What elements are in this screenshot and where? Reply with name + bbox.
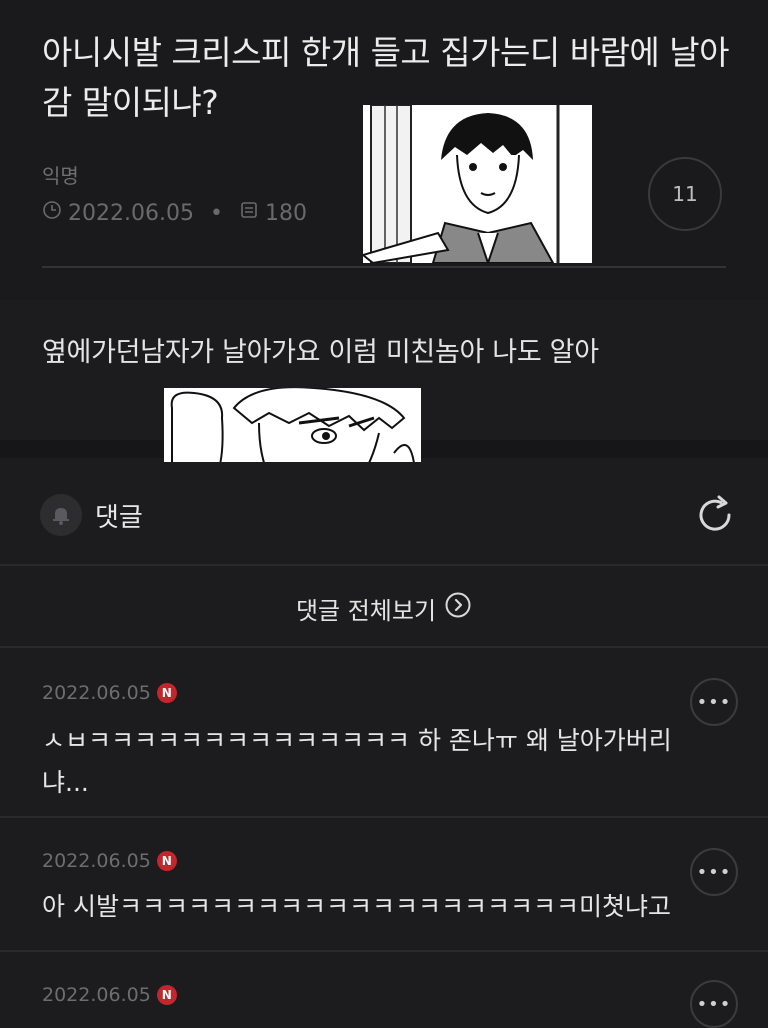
more-icon[interactable]: ••• [690, 678, 738, 726]
comment-count-button[interactable]: 11 [648, 157, 722, 231]
comment-item: 2022.06.05 N ㅅㅂㅋㅋㅋㅋㅋㅋㅋㅋㅋㅋㅋㅋㅋㅋ 하 존나ㅠ 왜 날아… [0, 648, 768, 816]
comment-section-label: 댓글 [95, 503, 143, 533]
new-badge: N [156, 683, 177, 703]
chevron-right-circle-icon [444, 591, 472, 625]
views-icon [239, 200, 259, 226]
post-author: 익명 [42, 164, 79, 188]
comment-item: 2022.06.05 N 아 시발ㅋㅋㅋㅋㅋㅋㅋㅋㅋㅋㅋㅋㅋㅋㅋㅋㅋㅋㅋㅋ미쳣냐… [0, 818, 768, 950]
post-body: 옆에가던남자가 날아가요 이럼 미친놈아 나도 알아 [42, 337, 599, 368]
more-icon[interactable]: ••• [690, 848, 738, 896]
meta-separator: • [209, 200, 223, 226]
post-meta: 2022.06.05 • 180 [42, 200, 307, 226]
comment-date: 2022.06.05 [42, 850, 151, 872]
post-views: 180 [264, 200, 307, 226]
more-icon[interactable]: ••• [690, 980, 738, 1028]
comment-date-row: 2022.06.05 N [42, 850, 177, 872]
clock-icon [42, 200, 62, 226]
comment-date-row: 2022.06.05 N [42, 984, 177, 1006]
header-divider [42, 266, 726, 268]
new-badge: N [156, 985, 177, 1005]
view-all-label: 댓글 전체보기 [295, 596, 437, 625]
divider [0, 564, 768, 566]
bell-icon[interactable] [40, 494, 82, 536]
comment-date-row: 2022.06.05 N [42, 682, 177, 704]
comment-item: 2022.06.05 N ••• [0, 952, 768, 1028]
comment-date: 2022.06.05 [42, 984, 151, 1006]
comment-text: ㅅㅂㅋㅋㅋㅋㅋㅋㅋㅋㅋㅋㅋㅋㅋㅋ 하 존나ㅠ 왜 날아가버리냐... [42, 726, 672, 797]
manga-panel-image [363, 105, 592, 263]
refresh-icon[interactable] [693, 493, 737, 537]
new-badge: N [156, 851, 177, 871]
comment-date: 2022.06.05 [42, 682, 151, 704]
view-all-comments-button[interactable]: 댓글 전체보기 [0, 572, 768, 644]
comment-text: 아 시발ㅋㅋㅋㅋㅋㅋㅋㅋㅋㅋㅋㅋㅋㅋㅋㅋㅋㅋㅋㅋ미쳣냐고 [42, 892, 671, 921]
post-date: 2022.06.05 [68, 200, 194, 226]
